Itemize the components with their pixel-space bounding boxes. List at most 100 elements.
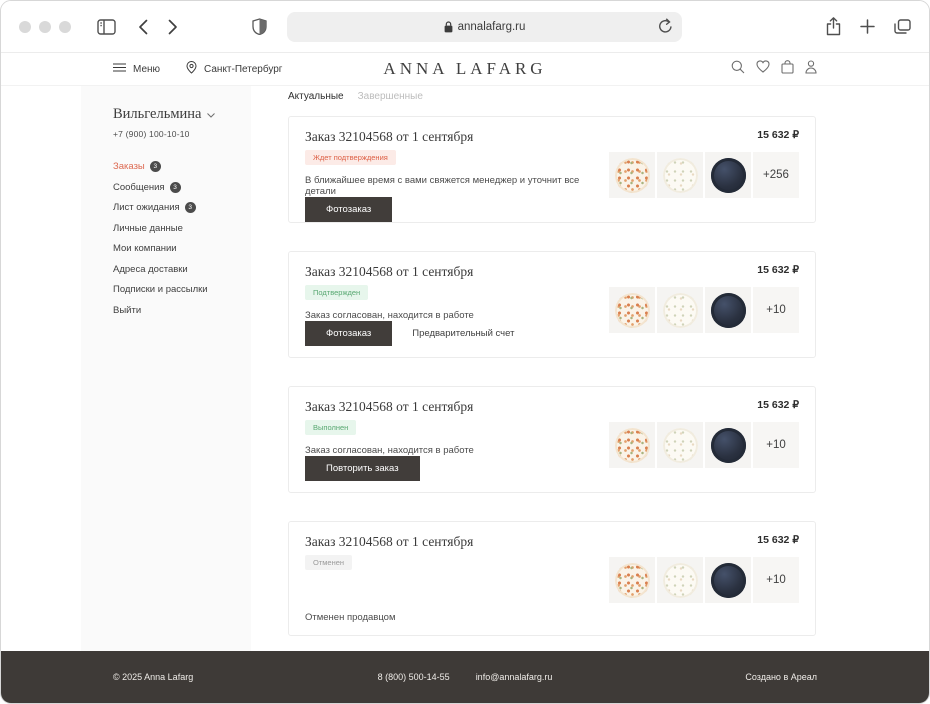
order-card: Заказ 32104568 от 1 сентября Выполнен За… (288, 386, 816, 493)
sidebar-item-addresses[interactable]: Адреса доставки (113, 264, 251, 275)
sidebar-item-label: Адреса доставки (113, 264, 188, 275)
photo-order-button[interactable]: Фотозаказ (305, 321, 392, 346)
address-text: annalafarg.ru (458, 21, 526, 33)
orders-count-badge: 3 (150, 161, 161, 172)
chevron-down-icon (207, 106, 215, 123)
order-thumbnails: +10 (609, 557, 799, 603)
photo-order-button[interactable]: Фотозаказ (305, 197, 392, 222)
order-description: В ближайшее время с вами свяжется менедж… (305, 175, 609, 197)
menu-label: Меню (133, 64, 160, 75)
product-thumbnail[interactable] (705, 557, 751, 603)
order-description: Отменен продавцом (305, 612, 396, 623)
tab-completed-orders[interactable]: Завершенные (358, 91, 423, 102)
sidebar-item-companies[interactable]: Мои компании (113, 243, 251, 254)
footer-copyright: © 2025 Anna Lafarg (113, 672, 193, 682)
hamburger-icon (113, 63, 126, 75)
heart-icon[interactable] (756, 60, 770, 78)
order-title: Заказ 32104568 от 1 сентября (305, 264, 473, 280)
site-footer: © 2025 Anna Lafarg 8 (800) 500-14-55 inf… (1, 651, 929, 703)
order-title: Заказ 32104568 от 1 сентября (305, 129, 473, 145)
plate-image (615, 293, 650, 328)
menu-button[interactable]: Меню (113, 63, 160, 75)
product-thumbnail[interactable] (657, 152, 703, 198)
user-phone: +7 (900) 100-10-10 (113, 129, 251, 139)
sidebar-item-label: Лист ожидания (113, 202, 180, 213)
orders-main: Актуальные Завершенные Заказ 32104568 от… (251, 86, 929, 651)
search-icon[interactable] (731, 60, 745, 79)
product-thumbnail[interactable] (609, 557, 655, 603)
sidebar-item-messages[interactable]: Сообщения 3 (113, 182, 251, 193)
plate-image (711, 158, 746, 193)
order-price: 15 632 ₽ (757, 399, 799, 411)
repeat-order-button[interactable]: Повторить заказ (305, 456, 420, 481)
order-thumbnails: +256 (609, 152, 799, 198)
zoom-window-button[interactable] (59, 21, 71, 33)
order-thumbnails: +10 (609, 287, 799, 333)
bag-icon[interactable] (781, 60, 794, 79)
tab-overview-icon[interactable] (894, 19, 911, 34)
order-description: Заказ согласован, находится в работе (305, 445, 474, 456)
plate-image (615, 563, 650, 598)
product-thumbnail[interactable] (705, 287, 751, 333)
order-title: Заказ 32104568 от 1 сентября (305, 399, 473, 415)
shield-icon[interactable] (252, 18, 267, 35)
minimize-window-button[interactable] (39, 21, 51, 33)
account-nav: Заказы 3 Сообщения 3 Лист ожидания 3 Лич… (113, 161, 251, 316)
product-thumbnail[interactable] (609, 152, 655, 198)
sidebar-item-label: Личные данные (113, 223, 183, 234)
plate-image (663, 158, 698, 193)
user-icon[interactable] (805, 60, 817, 79)
product-thumbnail[interactable] (657, 287, 703, 333)
share-icon[interactable] (826, 17, 841, 36)
more-items-tile[interactable]: +10 (753, 422, 799, 468)
product-thumbnail[interactable] (657, 422, 703, 468)
sidebar-item-logout[interactable]: Выйти (113, 305, 251, 316)
messages-count-badge: 3 (170, 182, 181, 193)
product-thumbnail[interactable] (705, 422, 751, 468)
preliminary-invoice-link[interactable]: Предварительный счет (412, 328, 514, 339)
close-window-button[interactable] (19, 21, 31, 33)
status-badge: Выполнен (305, 420, 356, 435)
order-card: Заказ 32104568 от 1 сентября Подтвержден… (288, 251, 816, 358)
address-bar[interactable]: annalafarg.ru (287, 12, 682, 42)
new-tab-icon[interactable] (860, 19, 875, 34)
status-badge: Ждет подтверждения (305, 150, 396, 165)
sidebar-item-orders[interactable]: Заказы 3 (113, 161, 251, 172)
order-thumbnails: +10 (609, 422, 799, 468)
sidebar-item-subscriptions[interactable]: Подписки и рассылки (113, 284, 251, 295)
sidebar-item-label: Заказы (113, 161, 145, 172)
sidebar-item-label: Сообщения (113, 182, 165, 193)
user-name-label: Вильгельмина (113, 106, 201, 123)
window-controls[interactable] (19, 21, 71, 33)
city-selector[interactable]: Санкт-Петербург (186, 61, 282, 77)
more-items-tile[interactable]: +256 (753, 152, 799, 198)
product-thumbnail[interactable] (609, 422, 655, 468)
product-thumbnail[interactable] (705, 152, 751, 198)
product-thumbnail[interactable] (609, 287, 655, 333)
sidebar-toggle-icon[interactable] (97, 19, 116, 35)
status-badge: Подтвержден (305, 285, 368, 300)
user-name[interactable]: Вильгельмина (113, 106, 251, 123)
tab-active-orders[interactable]: Актуальные (288, 91, 344, 102)
order-card: Заказ 32104568 от 1 сентября Ждет подтве… (288, 116, 816, 223)
waitlist-count-badge: 3 (185, 202, 196, 213)
more-items-tile[interactable]: +10 (753, 557, 799, 603)
footer-phone[interactable]: 8 (800) 500-14-55 (378, 672, 450, 682)
sidebar-item-personal-data[interactable]: Личные данные (113, 223, 251, 234)
sidebar-item-waitlist[interactable]: Лист ожидания 3 (113, 202, 251, 213)
lock-icon (444, 21, 453, 33)
plate-image (663, 428, 698, 463)
more-items-tile[interactable]: +10 (753, 287, 799, 333)
reload-icon[interactable] (658, 18, 673, 35)
browser-toolbar: annalafarg.ru (1, 1, 929, 53)
back-icon[interactable] (138, 19, 148, 35)
site-logo[interactable]: ANNA LAFARG (383, 59, 546, 79)
footer-email[interactable]: info@annalafarg.ru (476, 672, 553, 682)
city-label: Санкт-Петербург (204, 64, 282, 75)
forward-icon[interactable] (168, 19, 178, 35)
footer-credit[interactable]: Создано в Ареал (745, 672, 817, 682)
product-thumbnail[interactable] (657, 557, 703, 603)
browser-window: annalafarg.ru Меню (0, 0, 930, 704)
plate-image (711, 293, 746, 328)
order-description: Заказ согласован, находится в работе (305, 310, 474, 321)
